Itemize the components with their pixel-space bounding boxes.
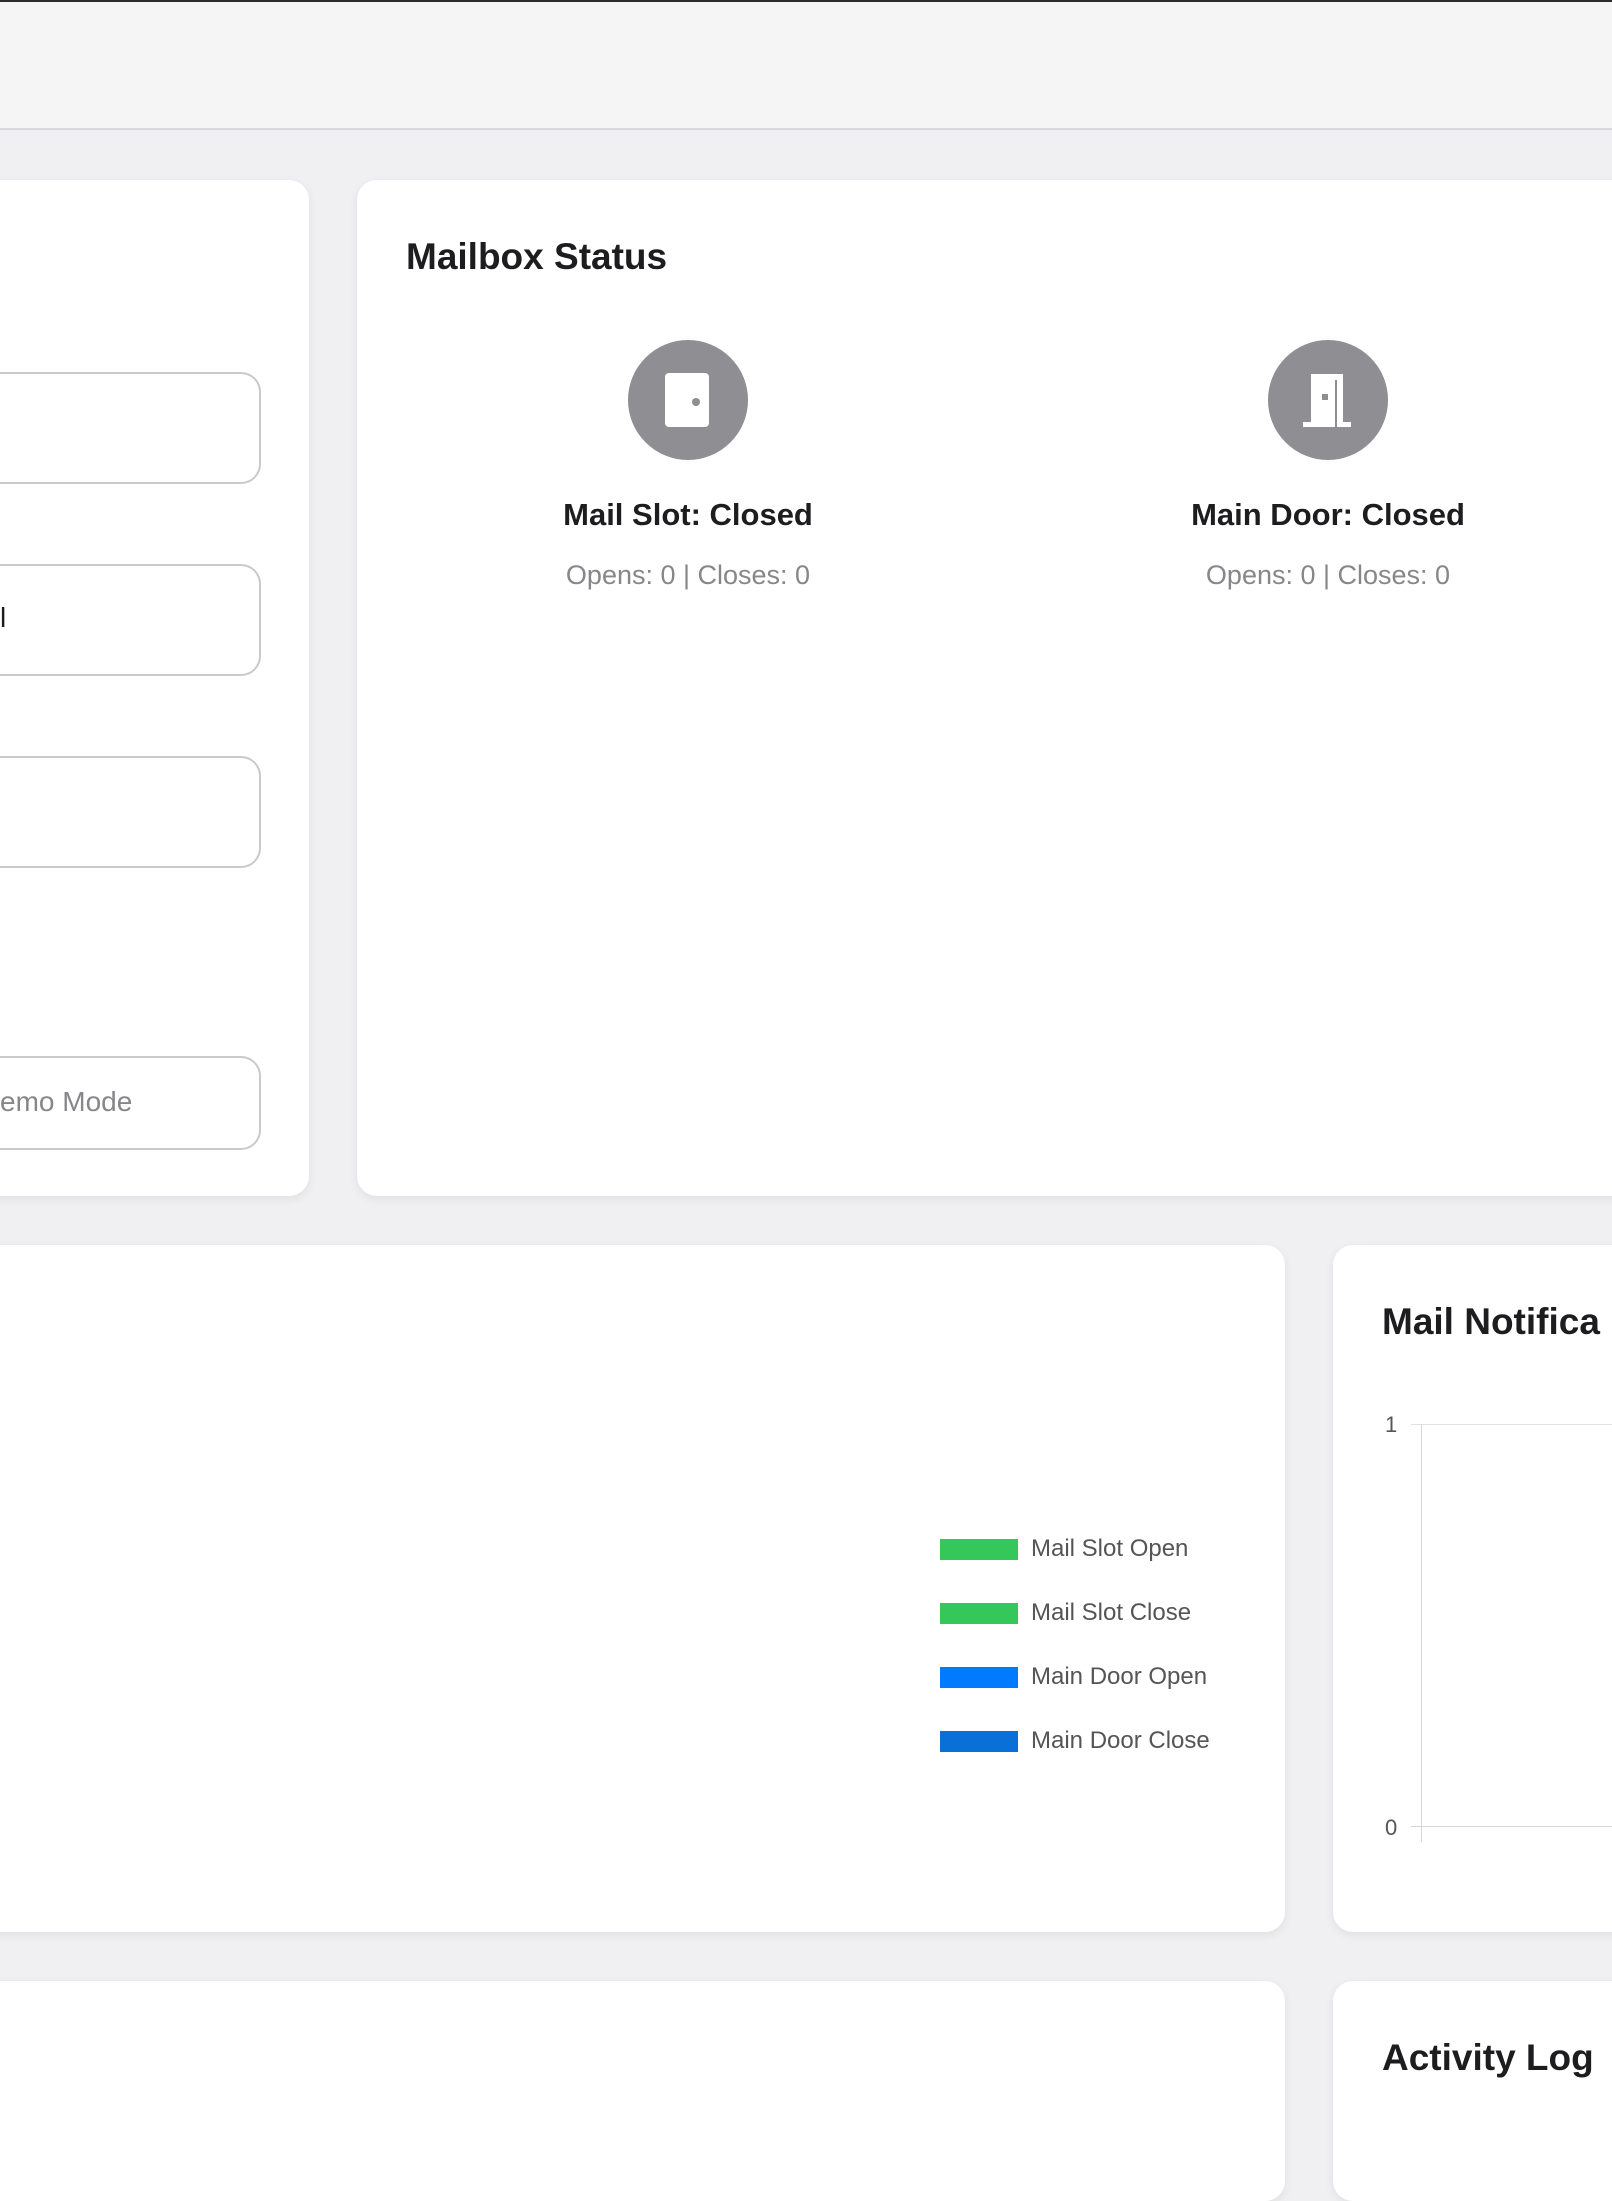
settings-field-3[interactable] (0, 756, 261, 868)
legend-swatch-main-door-open (940, 1667, 1018, 1688)
mail-slot-counts: Opens: 0 | Closes: 0 (565, 560, 811, 590)
door-icon (665, 373, 709, 427)
settings-field-1[interactable] (0, 372, 261, 484)
events-chart-card: Mail Slot Open Mail Slot Close Main Door… (0, 1245, 1285, 1932)
demo-mode-button[interactable]: emo Mode (0, 1056, 261, 1150)
mail-notifications-card: Mail Notifica 1 0 (1333, 1245, 1612, 1932)
settings-field-2-value: l (0, 602, 7, 633)
activity-log-card: Activity Log (1333, 1981, 1612, 2201)
main-door-counts: Opens: 0 | Closes: 0 (1205, 560, 1451, 590)
legend-swatch-mail-slot-open (940, 1539, 1018, 1560)
settings-card: l emo Mode (0, 180, 309, 1196)
mailbox-status-card: Mailbox Status Mail Slot: Closed Opens: … (357, 180, 1612, 1196)
main-door-status-label: Main Door: Closed (1191, 497, 1465, 532)
main-door-status-icon (1268, 340, 1388, 460)
demo-mode-label: emo Mode (0, 1086, 133, 1117)
gridline-top (1411, 1424, 1612, 1425)
legend-label-mail-slot-close: Mail Slot Close (1031, 1599, 1192, 1626)
mail-slot-status-icon (628, 340, 748, 460)
y-tick-1: 1 (1385, 1412, 1398, 1437)
door-open-icon (1303, 374, 1351, 427)
bottom-left-card (0, 1981, 1285, 2201)
legend-swatch-main-door-close (940, 1731, 1018, 1752)
mailbox-status-title: Mailbox Status (406, 236, 668, 277)
mail-notifications-title: Mail Notifica (1382, 1301, 1600, 1342)
y-tick-0: 0 (1385, 1815, 1398, 1840)
legend-swatch-mail-slot-close (940, 1603, 1018, 1624)
activity-log-title: Activity Log (1382, 2037, 1594, 2078)
legend-label-mail-slot-open: Mail Slot Open (1031, 1535, 1189, 1562)
legend-label-main-door-open: Main Door Open (1031, 1663, 1208, 1690)
legend-label-main-door-close: Main Door Close (1031, 1727, 1210, 1754)
y-axis-line (1421, 1424, 1422, 1842)
top-bar (0, 0, 1612, 130)
settings-field-2[interactable]: l (0, 564, 261, 676)
gridline-bottom (1411, 1826, 1612, 1827)
mail-slot-status-label: Mail Slot: Closed (563, 497, 813, 532)
